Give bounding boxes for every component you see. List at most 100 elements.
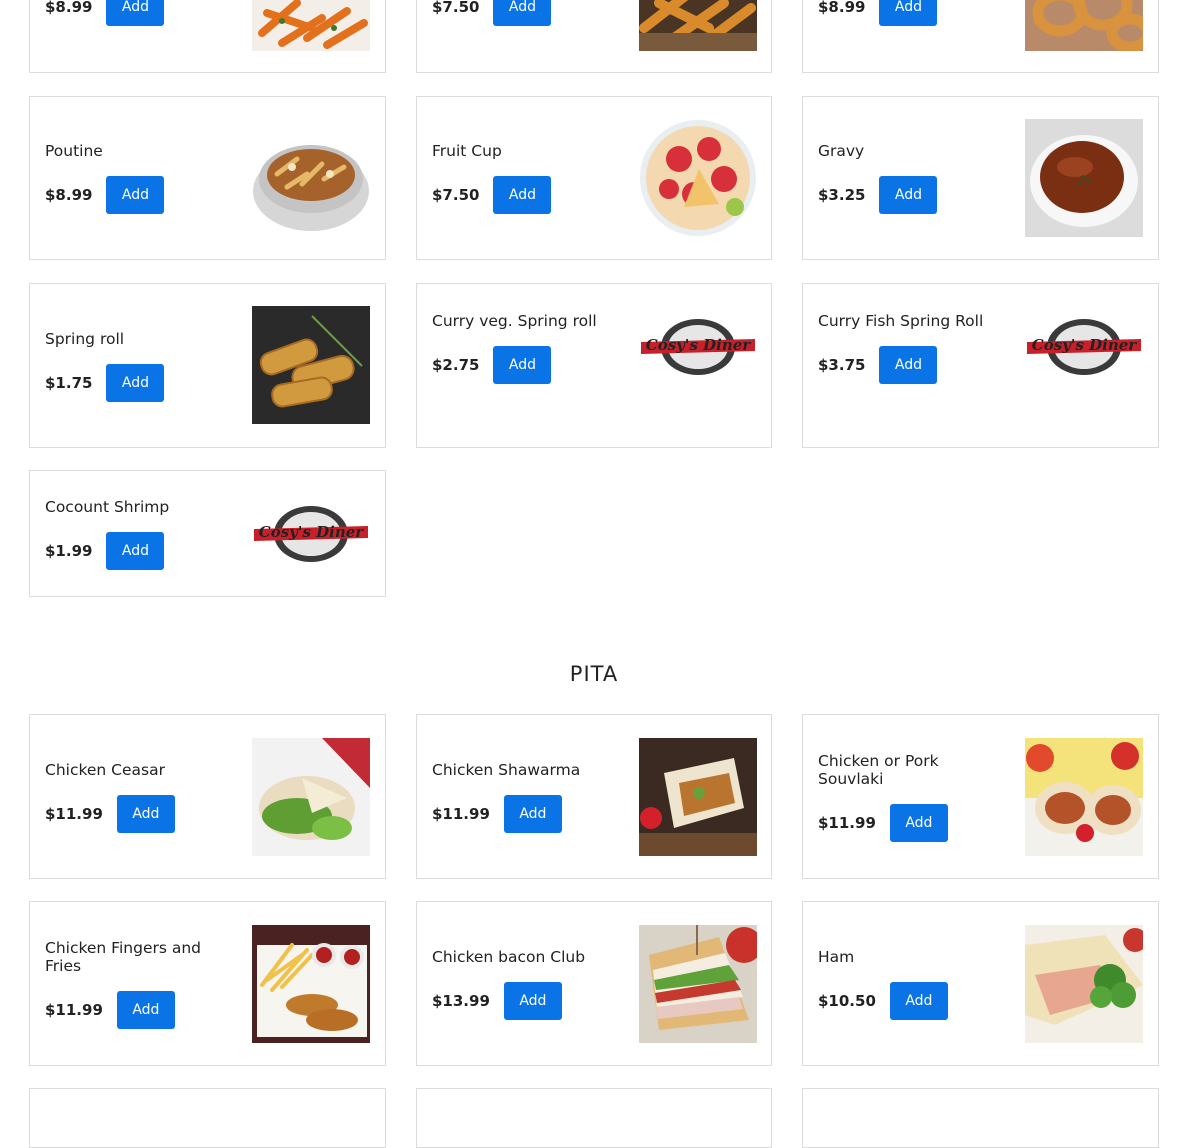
price-row: $8.99 Add bbox=[45, 176, 235, 214]
menu-item-card: Curry veg. Spring roll $2.75 Add Cosy's … bbox=[416, 283, 772, 448]
price-row: $3.75 Add bbox=[818, 346, 1008, 384]
item-price: $10.50 bbox=[818, 991, 876, 1010]
menu-item-card: Ham $10.50 Add bbox=[802, 901, 1159, 1066]
item-name: Chicken Fingers and Fries bbox=[45, 938, 202, 975]
item-info: Chicken Ceasar $11.99 Add bbox=[45, 715, 235, 878]
menu-item-card: Chicken Shawarma $11.99 Add bbox=[416, 714, 772, 879]
menu-item-card: Curry Fish Spring Roll $3.75 Add Cosy's … bbox=[802, 283, 1159, 448]
menu-item-card: Spring roll $1.75 Add bbox=[29, 283, 386, 448]
menu-item-card: $7.50 Add bbox=[416, 0, 772, 73]
item-price: $8.99 bbox=[45, 186, 93, 204]
sweet-potato-fries-image bbox=[252, 0, 370, 51]
item-name: Fruit Cup bbox=[432, 142, 502, 160]
add-button[interactable]: Add bbox=[879, 0, 938, 26]
chicken-shawarma-image bbox=[639, 738, 757, 856]
item-info: Curry veg. Spring roll $2.75 Add bbox=[432, 284, 622, 447]
cosys-diner-logo: Cosy's Diner bbox=[1025, 287, 1143, 405]
item-price: $11.99 bbox=[45, 1000, 103, 1019]
fruit-cup-image bbox=[639, 119, 757, 237]
menu-item-card: Gravy $3.25 Add bbox=[802, 96, 1159, 260]
ham-wrap-image bbox=[1025, 925, 1143, 1043]
logo-text: Cosy's Diner bbox=[646, 336, 752, 354]
price-row: $13.99 Add bbox=[432, 981, 622, 1020]
item-info: Cocount Shrimp $1.99 Add bbox=[45, 471, 235, 596]
add-button[interactable]: Add bbox=[889, 803, 948, 842]
wedge-fries-image bbox=[639, 0, 757, 51]
price-row: $11.99 Add bbox=[45, 794, 235, 833]
price-row: $2.75 Add bbox=[432, 346, 622, 384]
item-info: Chicken bacon Club $13.99 Add bbox=[432, 902, 622, 1065]
add-button[interactable]: Add bbox=[106, 176, 165, 214]
onion-rings-image bbox=[1025, 0, 1143, 51]
item-price: $8.99 bbox=[818, 0, 866, 16]
item-info: Curry Fish Spring Roll $3.75 Add bbox=[818, 284, 1008, 447]
item-price: $7.50 bbox=[432, 186, 480, 204]
menu-item-card: $8.99 Add bbox=[29, 0, 386, 73]
section-title-pita: PITA bbox=[569, 662, 619, 686]
item-info: Gravy $3.25 Add bbox=[818, 97, 1008, 259]
item-price: $1.75 bbox=[45, 373, 93, 392]
item-price: $13.99 bbox=[432, 991, 490, 1010]
spring-roll-image bbox=[252, 306, 370, 424]
price-row: $8.99 Add bbox=[818, 0, 938, 26]
item-price: $1.99 bbox=[45, 541, 93, 560]
item-price: $3.25 bbox=[818, 186, 866, 204]
item-info: Ham $10.50 Add bbox=[818, 902, 1008, 1065]
item-name: Chicken bacon Club bbox=[432, 947, 586, 966]
price-row: $11.99 Add bbox=[818, 803, 1008, 842]
chicken-fingers-image bbox=[252, 925, 370, 1043]
add-button[interactable]: Add bbox=[879, 176, 938, 214]
add-button[interactable]: Add bbox=[106, 363, 165, 402]
item-name: Spring roll bbox=[45, 329, 125, 348]
price-row: $1.75 Add bbox=[45, 363, 235, 402]
item-price: $11.99 bbox=[45, 804, 103, 823]
menu-item-card: Poutine $8.99 Add bbox=[29, 96, 386, 260]
add-button[interactable]: Add bbox=[879, 346, 938, 384]
item-price: $11.99 bbox=[432, 804, 490, 823]
price-row: $11.99 Add bbox=[432, 794, 622, 833]
menu-item-card: Chicken or Pork Souvlaki $11.99 Add bbox=[802, 714, 1159, 879]
price-row: $8.99 Add bbox=[45, 0, 165, 26]
item-name: Chicken Ceasar bbox=[45, 760, 165, 779]
add-button[interactable]: Add bbox=[493, 346, 552, 384]
item-info: Chicken Shawarma $11.99 Add bbox=[432, 715, 622, 878]
item-price: $11.99 bbox=[818, 813, 876, 832]
add-button[interactable]: Add bbox=[106, 0, 165, 26]
menu-item-card bbox=[29, 1088, 386, 1148]
item-info: Fruit Cup $7.50 Add bbox=[432, 97, 622, 259]
item-info: Chicken or Pork Souvlaki $11.99 Add bbox=[818, 715, 1008, 878]
price-row: $1.99 Add bbox=[45, 531, 235, 570]
item-name: Curry veg. Spring roll bbox=[432, 312, 597, 330]
item-info: Poutine $8.99 Add bbox=[45, 97, 235, 259]
add-button[interactable]: Add bbox=[493, 176, 552, 214]
club-sandwich-image bbox=[639, 925, 757, 1043]
item-name: Ham bbox=[818, 947, 855, 966]
item-name: Curry Fish Spring Roll bbox=[818, 312, 984, 330]
item-info: Spring roll $1.75 Add bbox=[45, 284, 235, 447]
add-button[interactable]: Add bbox=[889, 981, 948, 1020]
item-price: $2.75 bbox=[432, 356, 480, 374]
price-row: $10.50 Add bbox=[818, 981, 1008, 1020]
add-button[interactable]: Add bbox=[503, 794, 562, 833]
item-price: $3.75 bbox=[818, 356, 866, 374]
item-info: Chicken Fingers and Fries $11.99 Add bbox=[45, 902, 235, 1065]
item-name: Chicken or Pork Souvlaki bbox=[818, 751, 939, 788]
price-row: $7.50 Add bbox=[432, 176, 622, 214]
add-button[interactable]: Add bbox=[116, 990, 175, 1029]
add-button[interactable]: Add bbox=[116, 794, 175, 833]
price-row: $11.99 Add bbox=[45, 990, 235, 1029]
item-name: Poutine bbox=[45, 142, 103, 160]
logo-text: Cosy's Diner bbox=[259, 523, 365, 541]
poutine-image bbox=[252, 119, 370, 237]
menu-item-card bbox=[416, 1088, 772, 1148]
item-price: $8.99 bbox=[45, 0, 93, 16]
add-button[interactable]: Add bbox=[106, 531, 165, 570]
add-button[interactable]: Add bbox=[503, 981, 562, 1020]
item-price: $7.50 bbox=[432, 0, 480, 16]
menu-item-card: Chicken Ceasar $11.99 Add bbox=[29, 714, 386, 879]
menu-item-card: Chicken bacon Club $13.99 Add bbox=[416, 901, 772, 1066]
add-button[interactable]: Add bbox=[493, 0, 552, 26]
item-name: Cocount Shrimp bbox=[45, 497, 170, 516]
menu-item-card: Cocount Shrimp $1.99 Add Cosy's Diner bbox=[29, 470, 386, 597]
logo-text: Cosy's Diner bbox=[1032, 336, 1138, 354]
